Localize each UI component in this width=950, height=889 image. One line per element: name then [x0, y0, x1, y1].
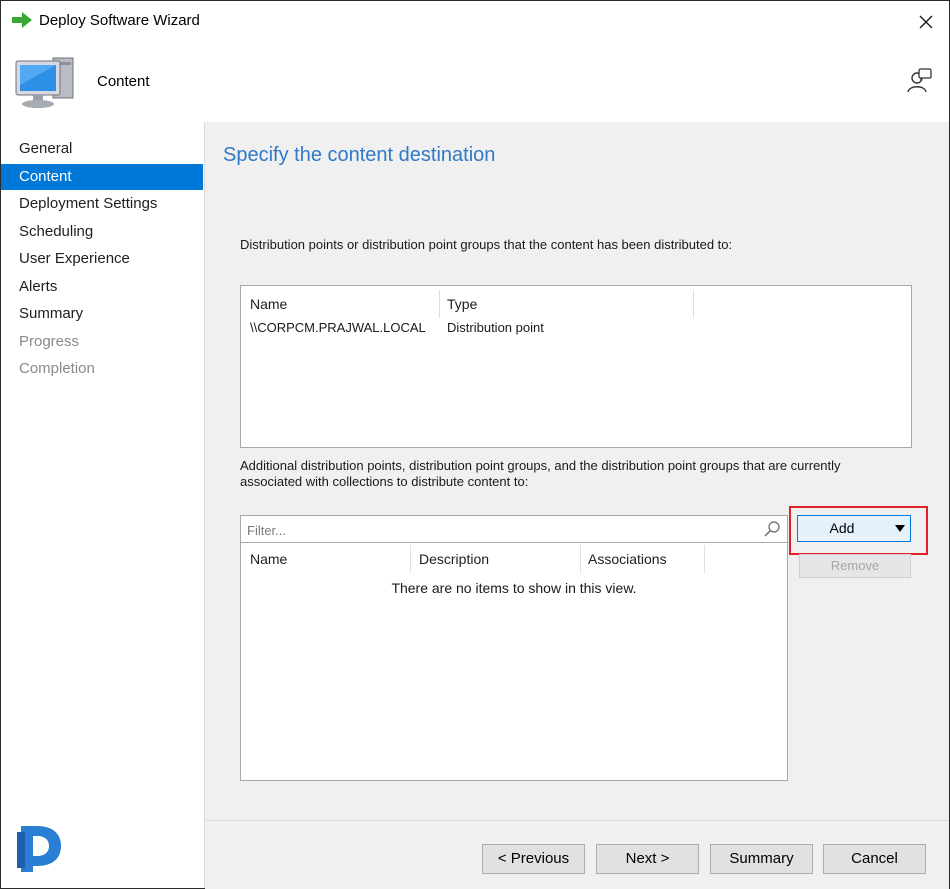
- brand-logo-icon: [17, 826, 61, 872]
- row-name-cell[interactable]: \\CORPCM.PRAJWAL.LOCAL: [250, 320, 426, 335]
- additional-list[interactable]: Name Description Associations There are …: [240, 543, 788, 781]
- close-icon: [919, 15, 933, 29]
- filter-input[interactable]: [245, 520, 749, 540]
- column-divider: [439, 290, 440, 318]
- empty-list-message: There are no items to show in this view.: [391, 580, 637, 596]
- column-divider: [693, 290, 694, 318]
- wizard-content: Specify the content destination Distribu…: [205, 122, 949, 820]
- add-button[interactable]: Add: [797, 515, 911, 542]
- sidebar-item-completion: Completion: [19, 360, 95, 377]
- column-header-name[interactable]: Name: [250, 293, 287, 315]
- page-title: Specify the content destination: [223, 144, 496, 166]
- filter-box: [240, 515, 788, 543]
- sidebar-item-user-experience[interactable]: User Experience: [1, 246, 203, 272]
- sidebar-item-scheduling[interactable]: Scheduling: [1, 219, 203, 245]
- wizard-sidebar: General Content Deployment Settings Sche…: [1, 122, 205, 888]
- add-button-label: Add: [829, 520, 855, 536]
- search-icon[interactable]: [763, 520, 781, 538]
- sidebar-item-summary[interactable]: Summary: [1, 301, 203, 327]
- green-arrow-icon: [12, 12, 32, 28]
- title-bar: Deploy Software Wizard: [1, 1, 949, 41]
- column-header-description[interactable]: Description: [419, 548, 489, 570]
- next-button[interactable]: Next >: [596, 844, 699, 874]
- sidebar-item-general[interactable]: General: [1, 136, 203, 162]
- sidebar-item-deployment-settings[interactable]: Deployment Settings: [1, 191, 203, 217]
- column-divider: [410, 545, 411, 573]
- wizard-footer: < Previous Next > Summary Cancel: [205, 820, 949, 889]
- column-header-type[interactable]: Type: [447, 293, 477, 315]
- window-title: Deploy Software Wizard: [39, 12, 200, 29]
- close-button[interactable]: [909, 7, 943, 37]
- distributed-list[interactable]: Name Type \\CORPCM.PRAJWAL.LOCAL Distrib…: [240, 285, 912, 448]
- cancel-button[interactable]: Cancel: [823, 844, 926, 874]
- remove-button: Remove: [799, 554, 911, 578]
- dropdown-arrow-icon: [895, 525, 905, 532]
- column-header-associations[interactable]: Associations: [588, 548, 667, 570]
- previous-button[interactable]: < Previous: [482, 844, 585, 874]
- wizard-window: Deploy Software Wizard Content General C…: [0, 0, 950, 889]
- sidebar-item-content[interactable]: Content: [1, 164, 203, 190]
- row-type-cell[interactable]: Distribution point: [447, 320, 544, 335]
- help-person-icon[interactable]: [905, 67, 933, 95]
- summary-button[interactable]: Summary: [710, 844, 813, 874]
- column-header-name[interactable]: Name: [250, 548, 287, 570]
- sidebar-item-alerts[interactable]: Alerts: [1, 274, 203, 300]
- computer-monitor-icon: [15, 57, 74, 108]
- column-divider: [704, 545, 705, 573]
- additional-label: Additional distribution points, distribu…: [240, 458, 841, 489]
- distributed-label: Distribution points or distribution poin…: [240, 237, 733, 252]
- column-divider: [580, 545, 581, 573]
- header-title: Content: [97, 73, 150, 90]
- wizard-header: Content: [1, 41, 949, 119]
- sidebar-item-progress: Progress: [19, 333, 80, 350]
